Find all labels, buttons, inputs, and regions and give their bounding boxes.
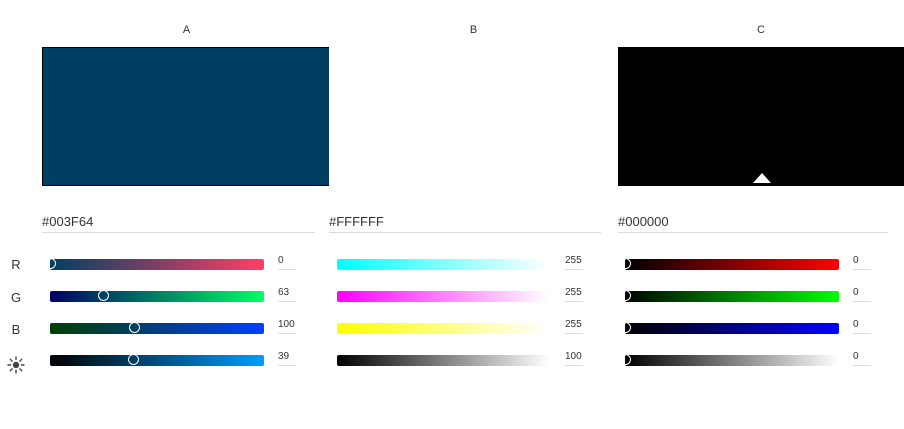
row-label-g: G	[10, 290, 22, 305]
green-slider-thumb-c[interactable]	[620, 290, 631, 301]
brightness-slider-a[interactable]	[50, 354, 264, 366]
row-label-b: B	[11, 322, 21, 337]
red-slider-c[interactable]	[620, 258, 839, 270]
blue-slider-thumb-c[interactable]	[620, 322, 631, 333]
green-slider-c[interactable]	[620, 290, 839, 302]
green-slider-thumb-a[interactable]	[97, 290, 109, 301]
brightness-value-input-a[interactable]: 39	[278, 351, 296, 366]
green-value-input-c[interactable]: 0	[853, 287, 871, 302]
hex-input-b[interactable]: #FFFFFF	[329, 214, 601, 233]
red-value-input-a[interactable]: 0	[278, 255, 296, 270]
color-swatch-c[interactable]	[618, 47, 904, 186]
red-slider-a[interactable]	[45, 258, 264, 270]
blue-value-input-a[interactable]: 100	[278, 319, 296, 334]
blue-slider-a[interactable]	[50, 322, 264, 334]
brightness-value-input-b[interactable]: 100	[565, 351, 583, 366]
green-value-input-b[interactable]: 255	[565, 287, 583, 302]
column-label-b: B	[469, 24, 478, 36]
blue-slider-c[interactable]	[620, 322, 839, 334]
red-slider-thumb-a[interactable]	[45, 258, 56, 269]
brightness-slider-b[interactable]	[337, 355, 549, 366]
color-swatch-a[interactable]	[42, 47, 331, 186]
blue-value-input-c[interactable]: 0	[853, 319, 871, 334]
color-swatch-b[interactable]	[329, 47, 618, 186]
green-value-input-a[interactable]: 63	[278, 287, 296, 302]
red-value-input-c[interactable]: 0	[853, 255, 871, 270]
hex-input-c[interactable]: #000000	[618, 214, 888, 233]
brightness-slider-c[interactable]	[620, 354, 839, 366]
red-value-input-b[interactable]: 255	[565, 255, 583, 270]
blue-value-input-b[interactable]: 255	[565, 319, 583, 334]
hex-input-a[interactable]: #003F64	[42, 214, 315, 233]
green-slider-b[interactable]	[337, 291, 549, 302]
brightness-slider-thumb-a[interactable]	[128, 354, 140, 365]
brightness-slider-thumb-c[interactable]	[620, 354, 631, 365]
row-label-r: R	[11, 257, 21, 272]
blue-slider-b[interactable]	[337, 323, 549, 334]
sun-icon	[7, 356, 25, 377]
green-slider-a[interactable]	[50, 290, 264, 302]
red-slider-thumb-c[interactable]	[620, 258, 631, 269]
red-slider-b[interactable]	[337, 259, 549, 270]
column-label-c: C	[757, 24, 765, 36]
brightness-value-input-c[interactable]: 0	[853, 351, 871, 366]
selected-indicator-icon	[753, 173, 771, 183]
blue-slider-thumb-a[interactable]	[128, 322, 140, 333]
column-label-a: A	[182, 24, 191, 36]
